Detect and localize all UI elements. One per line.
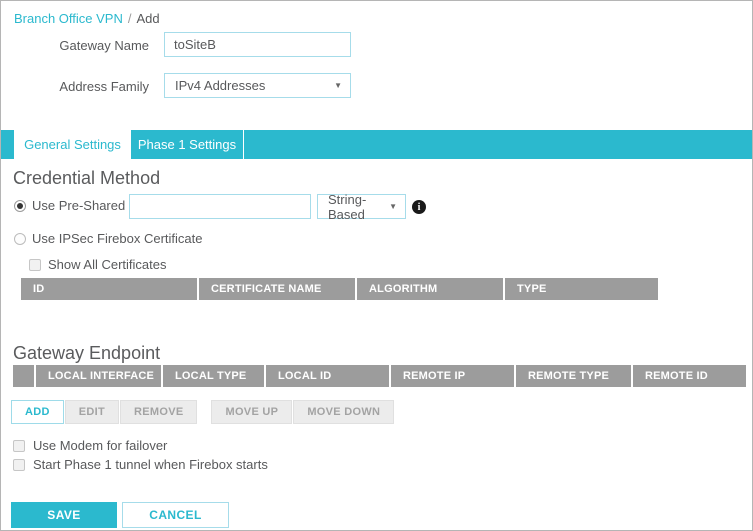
credential-method-heading: Credential Method bbox=[13, 168, 160, 189]
show-all-certificates-checkbox[interactable] bbox=[29, 259, 41, 271]
footer-actions: SAVE CANCEL bbox=[11, 502, 229, 528]
show-all-certificates-label: Show All Certificates bbox=[48, 257, 167, 272]
breadcrumb-current: Add bbox=[137, 11, 160, 26]
save-button[interactable]: SAVE bbox=[11, 502, 117, 528]
endpoint-button-row: ADD EDIT REMOVE MOVE UP MOVE DOWN bbox=[11, 400, 394, 424]
tab-general-settings[interactable]: General Settings bbox=[14, 130, 131, 159]
settings-tabbar: General Settings Phase 1 Settings bbox=[1, 130, 752, 159]
breadcrumb: Branch Office VPN / Add bbox=[14, 11, 160, 26]
tab-phase1-settings[interactable]: Phase 1 Settings bbox=[131, 130, 244, 159]
chevron-down-icon: ▼ bbox=[334, 82, 342, 90]
ep-col-local-interface: LOCAL INTERFACE bbox=[34, 365, 161, 387]
use-ipsec-certificate-label: Use IPSec Firebox Certificate bbox=[32, 231, 203, 246]
edit-button[interactable]: EDIT bbox=[65, 400, 119, 424]
ep-col-select bbox=[13, 365, 34, 387]
cert-col-algorithm: ALGORITHM bbox=[355, 278, 503, 300]
breadcrumb-separator: / bbox=[128, 11, 132, 26]
use-modem-failover-checkbox[interactable] bbox=[13, 440, 25, 452]
branch-office-vpn-add-page: Branch Office VPN / Add Gateway Name Addre… bbox=[0, 0, 753, 531]
gateway-name-label: Gateway Name bbox=[1, 38, 149, 53]
move-down-button[interactable]: MOVE DOWN bbox=[293, 400, 394, 424]
use-modem-failover-label: Use Modem for failover bbox=[33, 438, 167, 453]
breadcrumb-link-branch-office-vpn[interactable]: Branch Office VPN bbox=[14, 11, 123, 26]
address-family-selected-value: IPv4 Addresses bbox=[175, 78, 265, 93]
gateway-name-input[interactable] bbox=[164, 32, 351, 57]
add-button[interactable]: ADD bbox=[11, 400, 64, 424]
pre-shared-key-input[interactable] bbox=[129, 194, 311, 219]
ep-col-remote-type: REMOTE TYPE bbox=[514, 365, 631, 387]
key-type-selected-value: String-Based bbox=[328, 192, 389, 222]
info-icon[interactable]: i bbox=[412, 200, 426, 214]
remove-button[interactable]: REMOVE bbox=[120, 400, 197, 424]
use-ipsec-certificate-radio[interactable] bbox=[14, 233, 26, 245]
cancel-button[interactable]: CANCEL bbox=[122, 502, 229, 528]
use-pre-shared-key-radio[interactable] bbox=[14, 200, 26, 212]
certificates-table-header: ID CERTIFICATE NAME ALGORITHM TYPE bbox=[21, 278, 658, 300]
address-family-select[interactable]: IPv4 Addresses ▼ bbox=[164, 73, 351, 98]
ep-col-local-type: LOCAL TYPE bbox=[161, 365, 264, 387]
start-phase1-tunnel-checkbox[interactable] bbox=[13, 459, 25, 471]
cert-col-certificate-name: CERTIFICATE NAME bbox=[197, 278, 355, 300]
key-type-select[interactable]: String-Based ▼ bbox=[317, 194, 406, 219]
gateway-endpoint-table-header: LOCAL INTERFACE LOCAL TYPE LOCAL ID REMO… bbox=[13, 365, 746, 387]
chevron-down-icon: ▼ bbox=[389, 203, 397, 211]
ep-col-remote-ip: REMOTE IP bbox=[389, 365, 514, 387]
move-up-button[interactable]: MOVE UP bbox=[211, 400, 292, 424]
gateway-endpoint-heading: Gateway Endpoint bbox=[13, 343, 160, 364]
address-family-label: Address Family bbox=[1, 79, 149, 94]
cert-col-id: ID bbox=[21, 278, 197, 300]
ep-col-local-id: LOCAL ID bbox=[264, 365, 389, 387]
ep-col-remote-id: REMOTE ID bbox=[631, 365, 746, 387]
cert-col-type: TYPE bbox=[503, 278, 658, 300]
start-phase1-tunnel-label: Start Phase 1 tunnel when Firebox starts bbox=[33, 457, 268, 472]
